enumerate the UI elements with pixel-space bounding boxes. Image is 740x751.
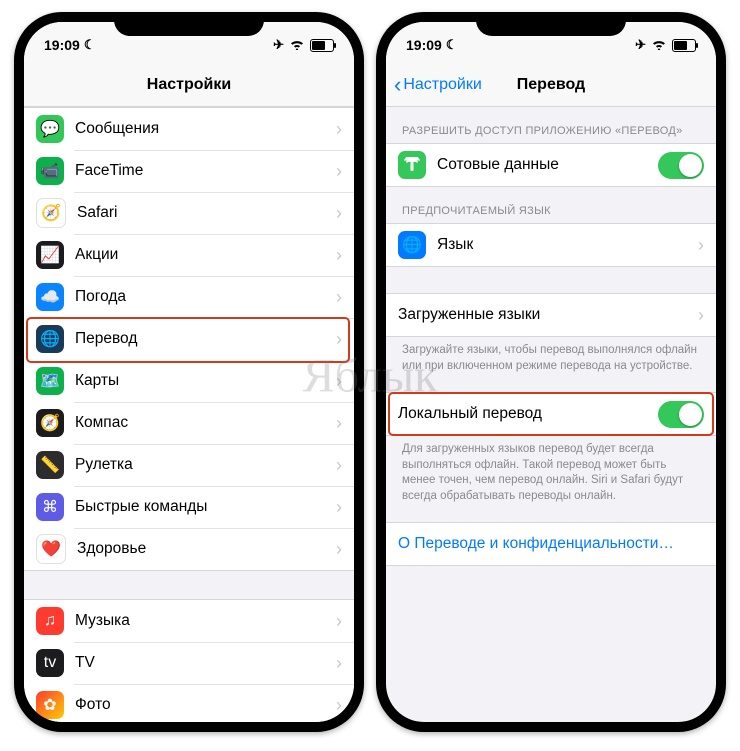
row-label: Фото	[75, 696, 336, 714]
app-icon: 📈	[36, 241, 64, 269]
settings-row-сообщения[interactable]: 💬 Сообщения›	[24, 108, 354, 150]
app-icon: 📏	[36, 451, 64, 479]
settings-list-scroll[interactable]: 💬Сообщения›📹FaceTime›🧭Safari›📈Акции›☁️По…	[24, 107, 354, 722]
chevron-right-icon: ›	[336, 497, 342, 518]
cellular-toggle[interactable]	[658, 152, 704, 179]
cellular-icon	[398, 151, 426, 179]
chevron-right-icon: ›	[336, 611, 342, 632]
row-label: TV	[75, 654, 336, 672]
chevron-right-icon: ›	[336, 413, 342, 434]
row-label: FaceTime	[75, 162, 336, 180]
section-header-access: РАЗРЕШИТЬ ДОСТУП ПРИЛОЖЕНИЮ «ПЕРЕВОД»	[386, 107, 716, 143]
dnd-icon: ☾	[84, 37, 96, 53]
settings-row-здоровье[interactable]: ❤️ Здоровье›	[24, 528, 354, 570]
app-icon: ⌘	[36, 493, 64, 521]
phone-right: 19:09 ☾ ✈ ‹ Настройки Перевод	[376, 12, 726, 732]
settings-row-быстрые-команды[interactable]: ⌘ Быстрые команды›	[24, 486, 354, 528]
app-icon: ♫	[36, 607, 64, 635]
app-icon: ☁️	[36, 283, 64, 311]
local-translate-row[interactable]: Локальный перевод	[386, 393, 716, 435]
back-button[interactable]: ‹ Настройки	[394, 74, 482, 96]
chevron-right-icon: ›	[336, 203, 342, 224]
notch	[476, 12, 626, 36]
chevron-right-icon: ›	[336, 287, 342, 308]
privacy-label: О Переводе и конфиденциальности…	[398, 535, 704, 553]
row-label: Карты	[75, 372, 336, 390]
local-translate-toggle[interactable]	[658, 401, 704, 428]
settings-row-рулетка[interactable]: 📏 Рулетка›	[24, 444, 354, 486]
settings-row-музыка[interactable]: ♫ Музыка›	[24, 600, 354, 642]
row-label: Safari	[77, 204, 336, 222]
settings-row-tv[interactable]: tv TV›	[24, 642, 354, 684]
wifi-icon	[651, 37, 667, 53]
chevron-right-icon: ›	[336, 539, 342, 560]
globe-icon: 🌐	[398, 231, 426, 259]
page-title: Перевод	[517, 76, 585, 94]
battery-icon	[672, 39, 696, 52]
translate-settings-scroll[interactable]: РАЗРЕШИТЬ ДОСТУП ПРИЛОЖЕНИЮ «ПЕРЕВОД» Со…	[386, 107, 716, 722]
local-label: Локальный перевод	[398, 405, 658, 423]
app-icon: 📹	[36, 157, 64, 185]
airplane-icon: ✈	[635, 37, 646, 53]
settings-row-карты[interactable]: 🗺️ Карты›	[24, 360, 354, 402]
nav-header: ‹ Настройки Перевод	[386, 64, 716, 107]
chevron-right-icon: ›	[336, 653, 342, 674]
language-row[interactable]: 🌐 Язык ›	[386, 224, 716, 266]
settings-row-погода[interactable]: ☁️ Погода›	[24, 276, 354, 318]
cellular-label: Сотовые данные	[437, 156, 658, 174]
cellular-data-row[interactable]: Сотовые данные	[386, 144, 716, 186]
settings-row-facetime[interactable]: 📹 FaceTime›	[24, 150, 354, 192]
row-label: Здоровье	[77, 540, 336, 558]
row-label: Компас	[75, 414, 336, 432]
row-label: Сообщения	[75, 120, 336, 138]
row-label: Музыка	[75, 612, 336, 630]
app-icon: 🌐	[36, 325, 64, 353]
local-footer: Для загруженных языков перевод будет все…	[386, 436, 716, 508]
dnd-icon: ☾	[446, 37, 458, 53]
chevron-right-icon: ›	[336, 455, 342, 476]
app-icon: 🧭	[36, 409, 64, 437]
airplane-icon: ✈	[273, 37, 284, 53]
section-header-preferred-language: ПРЕДПОЧИТАЕМЫЙ ЯЗЫК	[386, 187, 716, 223]
chevron-left-icon: ‹	[394, 74, 401, 96]
status-time: 19:09	[44, 37, 80, 53]
row-label: Быстрые команды	[75, 498, 336, 516]
back-label: Настройки	[403, 76, 481, 94]
downloaded-languages-row[interactable]: Загруженные языки ›	[386, 294, 716, 336]
row-label: Погода	[75, 288, 336, 306]
row-label: Рулетка	[75, 456, 336, 474]
chevron-right-icon: ›	[336, 329, 342, 350]
chevron-right-icon: ›	[336, 245, 342, 266]
chevron-right-icon: ›	[698, 305, 704, 326]
chevron-right-icon: ›	[336, 161, 342, 182]
app-icon: tv	[36, 649, 64, 677]
settings-row-фото[interactable]: ✿ Фото›	[24, 684, 354, 722]
settings-row-safari[interactable]: 🧭 Safari›	[24, 192, 354, 234]
row-label: Акции	[75, 246, 336, 264]
language-label: Язык	[437, 236, 698, 254]
page-title: Настройки	[147, 76, 231, 94]
settings-row-акции[interactable]: 📈 Акции›	[24, 234, 354, 276]
app-icon: 💬	[36, 115, 64, 143]
notch	[114, 12, 264, 36]
privacy-link-row[interactable]: О Переводе и конфиденциальности…	[386, 523, 716, 565]
chevron-right-icon: ›	[336, 371, 342, 392]
downloaded-label: Загруженные языки	[398, 306, 698, 324]
settings-row-компас[interactable]: 🧭 Компас›	[24, 402, 354, 444]
status-time: 19:09	[406, 37, 442, 53]
row-label: Перевод	[75, 330, 336, 348]
phone-left: 19:09 ☾ ✈ Настройки 💬Сообщения›📹FaceTime…	[14, 12, 364, 732]
chevron-right-icon: ›	[698, 235, 704, 256]
app-icon: 🗺️	[36, 367, 64, 395]
downloaded-footer: Загружайте языки, чтобы перевод выполнял…	[386, 337, 716, 378]
wifi-icon	[289, 37, 305, 53]
app-icon: 🧭	[36, 198, 66, 228]
settings-row-перевод[interactable]: 🌐 Перевод›	[24, 318, 354, 360]
app-icon: ❤️	[36, 534, 66, 564]
nav-header: Настройки	[24, 64, 354, 107]
battery-icon	[310, 39, 334, 52]
chevron-right-icon: ›	[336, 695, 342, 716]
chevron-right-icon: ›	[336, 119, 342, 140]
app-icon: ✿	[36, 691, 64, 719]
